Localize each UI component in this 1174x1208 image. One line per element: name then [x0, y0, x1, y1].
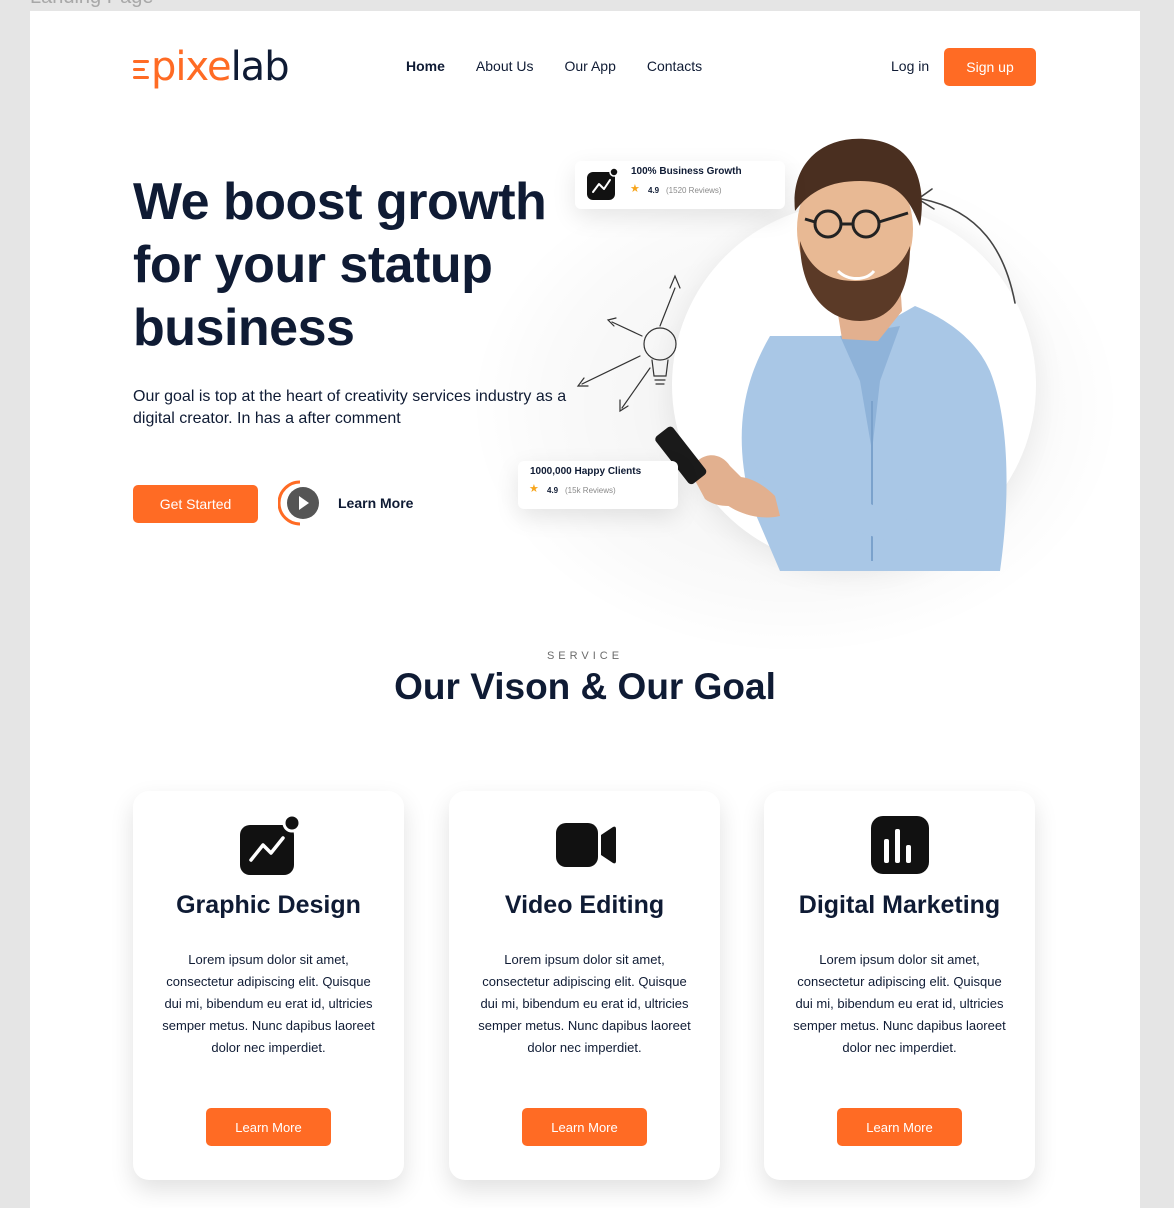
service-card-digital-marketing: Digital Marketing Lorem ipsum dolor sit …	[764, 791, 1035, 1180]
video-camera-icon	[553, 813, 617, 877]
signup-button[interactable]: Sign up	[944, 48, 1036, 86]
nav-about-us[interactable]: About Us	[476, 58, 534, 74]
service-card-text: Lorem ipsum dolor sit amet, consectetur …	[162, 952, 375, 1055]
logo-mark-icon	[133, 56, 149, 82]
stat-card-reviews: (15k Reviews)	[565, 486, 616, 495]
service-eyebrow: SERVICE	[546, 650, 624, 662]
logo-text-part2: lab	[230, 44, 290, 90]
stat-card-title: 100% Business Growth	[631, 166, 742, 177]
get-started-button[interactable]: Get Started	[133, 485, 258, 523]
service-card-video-editing: Video Editing Lorem ipsum dolor sit amet…	[449, 791, 720, 1180]
logo-text-part1: pixe	[151, 44, 232, 90]
service-title: Our Vison & Our Goal	[394, 666, 776, 707]
service-card-graphic-design: Graphic Design Lorem ipsum dolor sit ame…	[133, 791, 404, 1180]
stat-card-happy-clients: 1000,000 Happy Clients ★ 4.9 (15k Review…	[518, 461, 678, 509]
service-card-text: Lorem ipsum dolor sit amet, consectetur …	[793, 952, 1006, 1055]
trend-chart-icon	[587, 167, 619, 200]
star-icon: ★	[630, 183, 640, 195]
play-video-button[interactable]	[277, 480, 324, 526]
logo[interactable]: pixe lab	[133, 44, 290, 90]
service-card-title: Graphic Design	[176, 891, 361, 919]
login-link[interactable]: Log in	[891, 58, 929, 74]
service-card-title: Video Editing	[504, 891, 665, 919]
landing-page: pixe lab Home About Us Our App Contacts L…	[30, 11, 1140, 1208]
service-card-title: Digital Marketing	[798, 891, 1001, 919]
nav-home[interactable]: Home	[406, 58, 445, 74]
star-icon: ★	[529, 483, 539, 495]
learn-more-button[interactable]: Learn More	[206, 1108, 331, 1146]
stat-card-business-growth: 100% Business Growth ★ 4.9 (1520 Reviews…	[575, 161, 785, 209]
stat-card-rating: 4.9	[547, 486, 559, 495]
play-icon	[277, 480, 319, 526]
main-nav: Home About Us Our App Contacts	[406, 58, 733, 74]
stat-card-reviews: (1520 Reviews)	[666, 186, 722, 195]
bar-chart-icon	[868, 813, 932, 877]
nav-our-app[interactable]: Our App	[565, 58, 616, 74]
learn-more-button[interactable]: Learn More	[522, 1108, 647, 1146]
frame-label: Landing Page	[30, 0, 153, 9]
service-card-text: Lorem ipsum dolor sit amet, consectetur …	[478, 952, 691, 1055]
nav-contacts[interactable]: Contacts	[647, 58, 702, 74]
learn-more-link[interactable]: Learn More	[338, 495, 413, 511]
learn-more-button[interactable]: Learn More	[837, 1108, 962, 1146]
stat-card-rating: 4.9	[648, 186, 660, 195]
stat-card-title: 1000,000 Happy Clients	[530, 466, 642, 477]
trend-chart-icon	[237, 813, 301, 877]
